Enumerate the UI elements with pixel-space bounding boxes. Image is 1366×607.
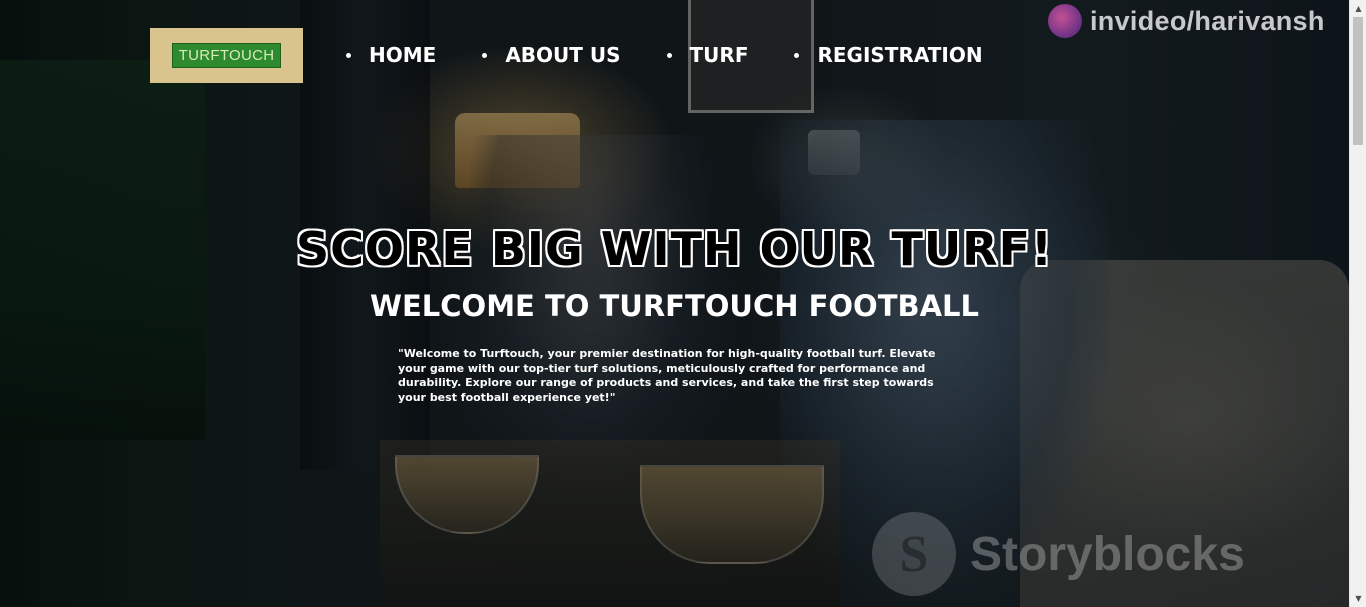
nav-item-label: TURF xyxy=(689,43,749,67)
invideo-logo-icon xyxy=(1048,4,1082,38)
storyblocks-logo-icon: S xyxy=(872,512,956,596)
site-logo[interactable]: TURFTOUCH xyxy=(150,28,303,83)
bullet-icon xyxy=(666,52,672,58)
main-nav: HOME ABOUT US TURF REGISTRATION xyxy=(346,40,983,70)
vertical-scrollbar[interactable]: ▲ ▼ xyxy=(1349,0,1366,607)
bullet-icon xyxy=(482,52,488,58)
scroll-down-icon[interactable]: ▼ xyxy=(1350,590,1366,607)
hero-title: SCORE BIG WITH OUR TURF! xyxy=(296,222,1053,276)
scrollbar-thumb[interactable] xyxy=(1353,17,1363,145)
bullet-icon xyxy=(346,52,351,58)
storyblocks-watermark-text: Storyblocks xyxy=(970,527,1245,581)
nav-item-label: ABOUT US xyxy=(505,43,621,67)
site-logo-text: TURFTOUCH xyxy=(171,43,282,68)
page: invideo/harivansh S Storyblocks TURFTOUC… xyxy=(0,0,1366,607)
invideo-watermark-text: invideo/harivansh xyxy=(1090,5,1325,36)
nav-item-turf[interactable]: TURF xyxy=(666,40,749,70)
nav-item-label: HOME xyxy=(369,43,437,67)
nav-item-registration[interactable]: REGISTRATION xyxy=(794,40,983,70)
storyblocks-watermark: S Storyblocks xyxy=(872,512,1245,596)
scroll-up-icon[interactable]: ▲ xyxy=(1350,0,1366,17)
bullet-icon xyxy=(794,52,800,58)
hero-description: "Welcome to Turftouch, your premier dest… xyxy=(398,347,936,404)
nav-item-label: REGISTRATION xyxy=(817,43,983,67)
nav-item-about-us[interactable]: ABOUT US xyxy=(482,40,621,70)
hero-subtitle: WELCOME TO TURFTOUCH FOOTBALL xyxy=(369,289,979,323)
nav-item-home[interactable]: HOME xyxy=(346,40,436,70)
invideo-watermark: invideo/harivansh xyxy=(1048,2,1325,40)
